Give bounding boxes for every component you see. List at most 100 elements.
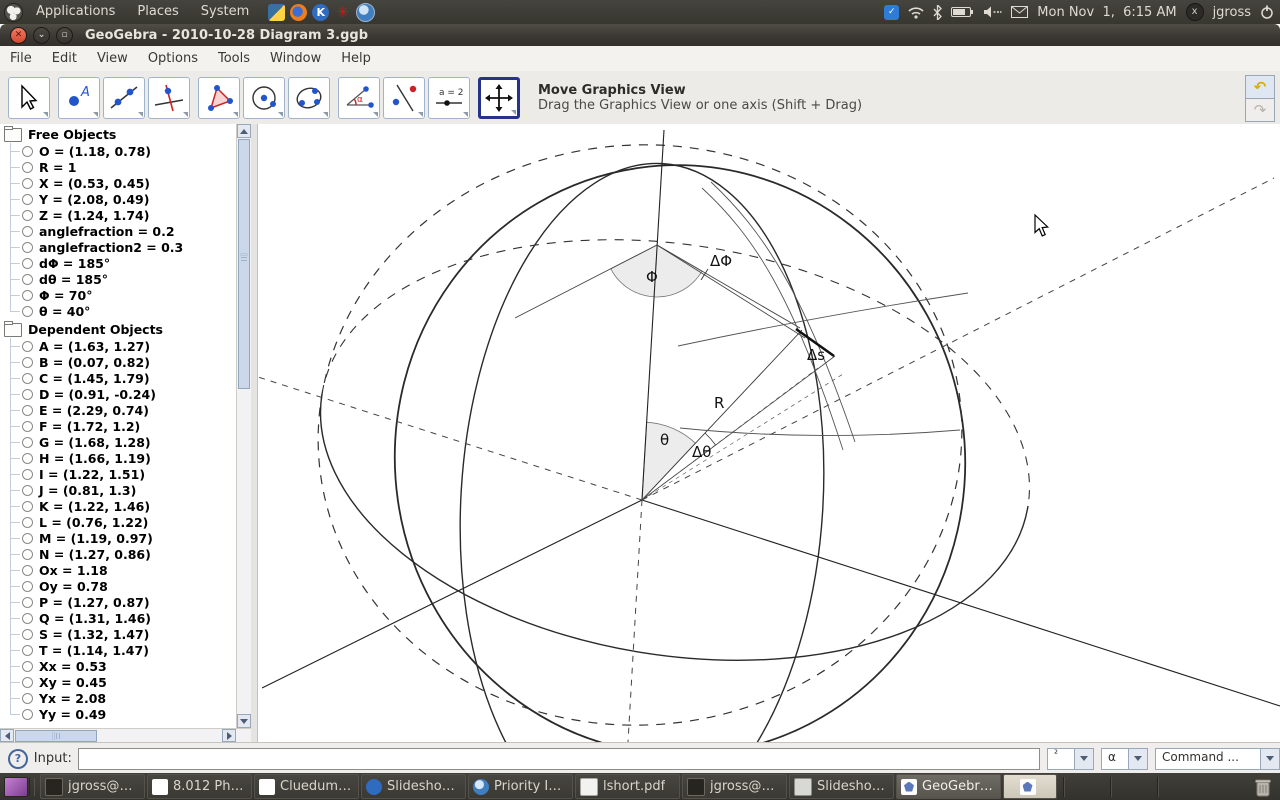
free-objects-header[interactable]: Free Objects	[0, 124, 236, 143]
vertical-scroll-thumb[interactable]	[238, 139, 250, 389]
algebra-object-row[interactable]: dΦ = 185°	[0, 255, 236, 271]
algebra-object-row[interactable]: X = (0.53, 0.45)	[0, 175, 236, 191]
task-button[interactable]: Priority Inb...	[468, 774, 573, 799]
object-visibility-bullet[interactable]	[22, 373, 33, 384]
window-maximize-button[interactable]: ▫	[56, 27, 73, 44]
web-browser-icon[interactable]	[356, 3, 375, 22]
algebra-object-row[interactable]: O = (1.18, 0.78)	[0, 143, 236, 159]
greek-letter-dropdown[interactable]: α	[1101, 748, 1148, 770]
tool-reflect-button[interactable]	[383, 77, 425, 119]
algebra-object-row[interactable]: C = (1.45, 1.79)	[0, 370, 236, 386]
object-visibility-bullet[interactable]	[22, 437, 33, 448]
object-visibility-bullet[interactable]	[22, 146, 33, 157]
tool-perpendicular-line-button[interactable]	[148, 77, 190, 119]
menu-tools[interactable]: Tools	[208, 46, 260, 71]
tool-move-button[interactable]	[8, 77, 50, 119]
object-visibility-bullet[interactable]	[22, 162, 33, 173]
object-visibility-bullet[interactable]	[22, 485, 33, 496]
algebra-vertical-scrollbar[interactable]	[236, 124, 251, 728]
algebra-object-row[interactable]: Z = (1.24, 1.74)	[0, 207, 236, 223]
object-visibility-bullet[interactable]	[22, 341, 33, 352]
object-visibility-bullet[interactable]	[22, 533, 33, 544]
user-status-icon[interactable]: x	[1186, 3, 1204, 21]
firefox-icon[interactable]	[290, 4, 307, 21]
menu-options[interactable]: Options	[138, 46, 208, 71]
places-menu[interactable]: Places	[128, 0, 187, 24]
algebra-object-row[interactable]: D = (0.91, -0.24)	[0, 386, 236, 402]
scroll-up-button[interactable]	[237, 124, 251, 138]
redo-button[interactable]: ↷	[1245, 99, 1275, 122]
algebra-object-row[interactable]: S = (1.32, 1.47)	[0, 626, 236, 642]
object-visibility-bullet[interactable]	[22, 242, 33, 253]
ubuntu-logo-icon[interactable]	[4, 3, 23, 22]
dropbox-icon[interactable]: ✓	[884, 5, 899, 20]
bluetooth-icon[interactable]	[933, 5, 942, 20]
task-button[interactable]: lshort.pdf	[575, 774, 680, 799]
username[interactable]: jgross	[1213, 5, 1251, 20]
window-titlebar[interactable]: ✕ ⌄ ▫ GeoGebra - 2010-10-28 Diagram 3.gg…	[0, 24, 1280, 46]
algebra-object-row[interactable]: F = (1.72, 1.2)	[0, 418, 236, 434]
object-visibility-bullet[interactable]	[22, 677, 33, 688]
object-visibility-bullet[interactable]	[22, 274, 33, 285]
panel-splitter[interactable]	[251, 124, 258, 742]
object-visibility-bullet[interactable]	[22, 290, 33, 301]
scroll-right-button[interactable]	[222, 729, 236, 742]
algebra-object-row[interactable]: J = (0.81, 1.3)	[0, 482, 236, 498]
object-visibility-bullet[interactable]	[22, 453, 33, 464]
task-button[interactable]: Cluedump ...	[254, 774, 359, 799]
command-dropdown[interactable]: Command ...	[1155, 748, 1280, 770]
algebra-object-row[interactable]: anglefraction2 = 0.3	[0, 239, 236, 255]
object-visibility-bullet[interactable]	[22, 405, 33, 416]
applications-menu[interactable]: Applications	[27, 0, 124, 24]
graphics-view[interactable]: Φ ΔΦ θ Δθ R Δs	[258, 124, 1280, 742]
algebra-object-row[interactable]: Oy = 0.78	[0, 578, 236, 594]
algebra-object-row[interactable]: E = (2.29, 0.74)	[0, 402, 236, 418]
object-visibility-bullet[interactable]	[22, 258, 33, 269]
object-visibility-bullet[interactable]	[22, 210, 33, 221]
starburst-icon[interactable]: ✳	[334, 4, 351, 21]
algebra-input-field[interactable]	[78, 748, 1040, 770]
object-visibility-bullet[interactable]	[22, 709, 33, 720]
algebra-object-row[interactable]: K = (1.22, 1.46)	[0, 498, 236, 514]
undo-button[interactable]: ↶	[1245, 75, 1275, 99]
chevron-down-icon[interactable]	[1074, 749, 1093, 769]
task-button[interactable]: jgross@ub...	[40, 774, 145, 799]
python-icon[interactable]	[268, 4, 285, 21]
object-visibility-bullet[interactable]	[22, 194, 33, 205]
menu-help[interactable]: Help	[331, 46, 381, 71]
clock[interactable]: Mon Nov 1, 6:15 AM	[1037, 5, 1176, 20]
tool-slider-button[interactable]: a = 2	[428, 77, 470, 119]
scroll-down-button[interactable]	[237, 714, 251, 728]
tool-line-button[interactable]	[103, 77, 145, 119]
object-visibility-bullet[interactable]	[22, 389, 33, 400]
tool-new-point-button[interactable]: A	[58, 77, 100, 119]
task-button[interactable]: Slideshow....	[789, 774, 894, 799]
task-button[interactable]: Slideshow....	[361, 774, 466, 799]
system-menu[interactable]: System	[192, 0, 258, 24]
algebra-object-row[interactable]: Yy = 0.49	[0, 706, 236, 722]
object-visibility-bullet[interactable]	[22, 693, 33, 704]
algebra-object-row[interactable]: A = (1.63, 1.27)	[0, 338, 236, 354]
tool-circle-button[interactable]	[243, 77, 285, 119]
kile-icon[interactable]: K	[312, 4, 329, 21]
object-visibility-bullet[interactable]	[22, 613, 33, 624]
mail-icon[interactable]	[1011, 6, 1028, 18]
task-button[interactable]: jgross@ub...	[682, 774, 787, 799]
object-visibility-bullet[interactable]	[22, 421, 33, 432]
algebra-object-row[interactable]: dθ = 185°	[0, 271, 236, 287]
battery-icon[interactable]	[951, 6, 975, 18]
chevron-down-icon[interactable]	[1260, 749, 1279, 769]
algebra-object-row[interactable]: Φ = 70°	[0, 287, 236, 303]
object-visibility-bullet[interactable]	[22, 178, 33, 189]
power-icon[interactable]	[1260, 5, 1274, 19]
object-visibility-bullet[interactable]	[22, 565, 33, 576]
algebra-object-row[interactable]: Xx = 0.53	[0, 658, 236, 674]
menu-window[interactable]: Window	[260, 46, 331, 71]
algebra-object-row[interactable]: anglefraction = 0.2	[0, 223, 236, 239]
menu-file[interactable]: File	[0, 46, 42, 71]
task-button[interactable]	[1003, 774, 1057, 799]
window-minimize-button[interactable]: ⌄	[33, 27, 50, 44]
object-visibility-bullet[interactable]	[22, 226, 33, 237]
algebra-object-row[interactable]: P = (1.27, 0.87)	[0, 594, 236, 610]
task-button[interactable]: 8.012 Phys...	[147, 774, 252, 799]
